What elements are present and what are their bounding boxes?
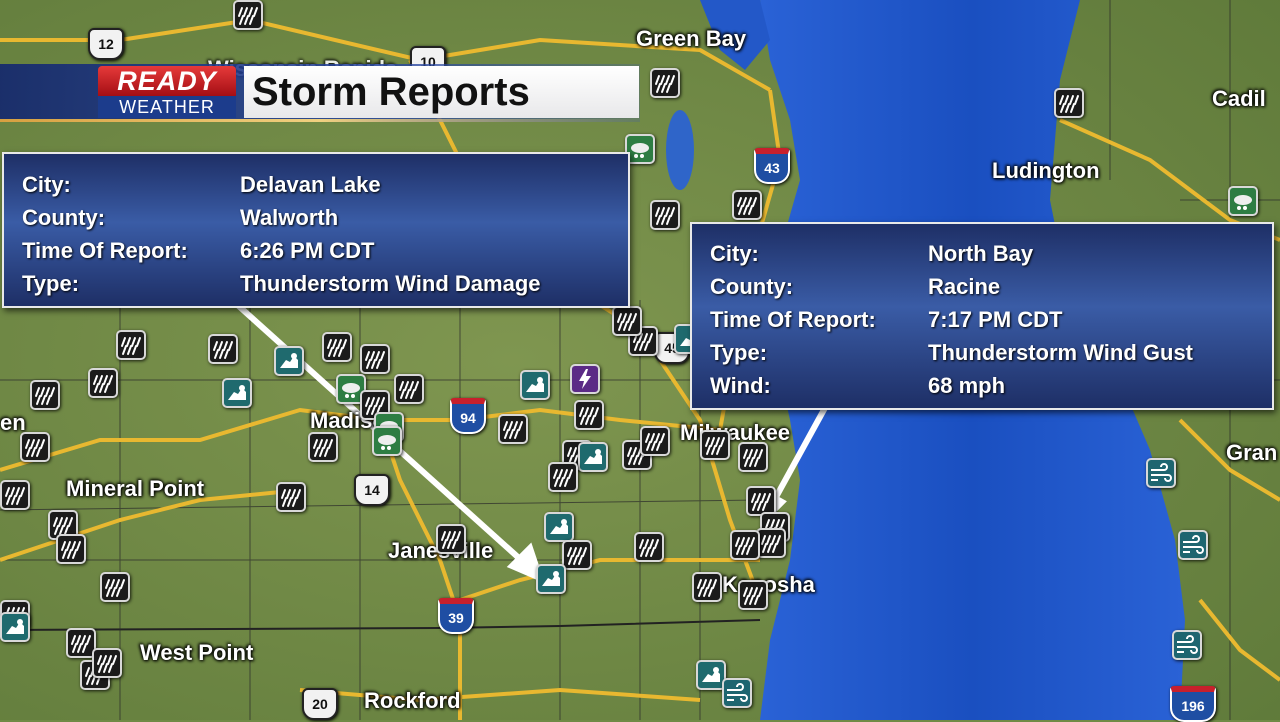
city-label-green-bay: Green Bay <box>636 26 747 51</box>
heavy-rain-icon[interactable] <box>612 306 642 336</box>
report-panel-north-bay: City: North Bay County: Racine Time Of R… <box>690 222 1274 410</box>
lake-winnebago <box>666 110 694 190</box>
highway-shield-12: 12 <box>88 28 124 60</box>
report-left-value-type: Thunderstorm Wind Damage <box>240 271 541 296</box>
highway-shield-14: 14 <box>354 474 390 506</box>
wind-damage-icon[interactable] <box>0 612 30 642</box>
report-right-value-city: North Bay <box>928 241 1034 266</box>
heavy-rain-icon[interactable] <box>640 426 670 456</box>
report-left-value-time: 6:26 PM CDT <box>240 238 375 263</box>
city-label-cadillac: Cadil <box>1212 86 1266 111</box>
heavy-rain-icon[interactable] <box>276 482 306 512</box>
highway-shield-94: 94 <box>450 398 486 434</box>
report-left-label-time: Time Of Report: <box>22 238 188 263</box>
report-left-value-city: Delavan Lake <box>240 172 381 197</box>
wind-gust-icon[interactable] <box>1178 530 1208 560</box>
wind-damage-icon[interactable] <box>274 346 304 376</box>
highway-shield-20: 20 <box>302 688 338 720</box>
report-left-label-city: City: <box>22 172 71 197</box>
ready-weather-logo: READY WEATHER <box>98 66 236 118</box>
report-right-value-wind: 68 mph <box>928 373 1006 398</box>
report-right-label-type: Type: <box>710 340 768 365</box>
city-label-rockford: Rockford <box>364 688 461 713</box>
report-right-label-city: City: <box>710 241 759 266</box>
report-right-value-time: 7:17 PM CDT <box>928 307 1063 332</box>
city-label-mineral-point: Mineral Point <box>66 476 205 501</box>
report-left-label-county: County: <box>22 205 106 230</box>
heavy-rain-icon[interactable] <box>562 540 592 570</box>
page-title: Storm Reports <box>244 66 639 118</box>
logo-weather-text: WEATHER <box>98 96 236 118</box>
wind-damage-icon[interactable] <box>520 370 550 400</box>
heavy-rain-icon[interactable] <box>116 330 146 360</box>
report-panel-delavan: City: Delavan Lake County: Walworth Time… <box>2 152 630 308</box>
heavy-rain-icon[interactable] <box>738 442 768 472</box>
wind-damage-icon[interactable] <box>222 378 252 408</box>
report-right-label-wind: Wind: <box>710 373 771 398</box>
heavy-rain-icon[interactable] <box>756 528 786 558</box>
heavy-rain-icon[interactable] <box>634 532 664 562</box>
report-left-value-county: Walworth <box>240 205 339 230</box>
city-label-kenosha: Kenosha <box>722 572 815 597</box>
wind-damage-icon[interactable] <box>578 442 608 472</box>
heavy-rain-icon[interactable] <box>100 572 130 602</box>
wind-damage-icon[interactable] <box>544 512 574 542</box>
city-label-grand: Gran <box>1226 440 1278 465</box>
heavy-rain-icon[interactable] <box>20 432 50 462</box>
heavy-rain-icon[interactable] <box>0 480 30 510</box>
heavy-rain-icon[interactable] <box>360 344 390 374</box>
heavy-rain-icon[interactable] <box>498 414 528 444</box>
heavy-rain-icon[interactable] <box>650 200 680 230</box>
header-underline <box>0 119 640 122</box>
heavy-rain-icon[interactable] <box>56 534 86 564</box>
heavy-rain-icon[interactable] <box>30 380 60 410</box>
heavy-rain-icon[interactable] <box>650 68 680 98</box>
heavy-rain-icon[interactable] <box>730 530 760 560</box>
heavy-rain-icon[interactable] <box>308 432 338 462</box>
logo-ready-text: READY <box>98 66 236 96</box>
city-label-ludington: Ludington <box>992 158 1100 183</box>
report-left-label-type: Type: <box>22 271 80 296</box>
heavy-rain-icon[interactable] <box>692 572 722 602</box>
wind-gust-icon[interactable] <box>1146 458 1176 488</box>
report-right-label-time: Time Of Report: <box>710 307 876 332</box>
report-right-value-type: Thunderstorm Wind Gust <box>928 340 1194 365</box>
wind-gust-icon[interactable] <box>1172 630 1202 660</box>
heavy-rain-icon[interactable] <box>548 462 578 492</box>
heavy-rain-icon[interactable] <box>208 334 238 364</box>
hail-icon[interactable] <box>1228 186 1258 216</box>
report-right-value-county: Racine <box>928 274 1001 299</box>
heavy-rain-icon[interactable] <box>92 648 122 678</box>
wind-gust-icon[interactable] <box>722 678 752 708</box>
heavy-rain-icon[interactable] <box>700 430 730 460</box>
heavy-rain-icon[interactable] <box>738 580 768 610</box>
wind-damage-icon[interactable] <box>536 564 566 594</box>
heavy-rain-icon[interactable] <box>322 332 352 362</box>
city-label-milwaukee: Milwaukee <box>680 420 791 445</box>
heavy-rain-icon[interactable] <box>436 524 466 554</box>
heavy-rain-icon[interactable] <box>233 0 263 30</box>
lightning-icon[interactable] <box>570 364 600 394</box>
heavy-rain-icon[interactable] <box>574 400 604 430</box>
heavy-rain-icon[interactable] <box>394 374 424 404</box>
hail-icon[interactable] <box>372 426 402 456</box>
heavy-rain-icon[interactable] <box>88 368 118 398</box>
highway-shield-196: 196 <box>1170 686 1216 722</box>
report-right-label-county: County: <box>710 274 794 299</box>
heavy-rain-icon[interactable] <box>732 190 762 220</box>
highway-shield-43: 43 <box>754 148 790 184</box>
highway-shield-39: 39 <box>438 598 474 634</box>
city-label-west-point: West Point <box>140 640 254 665</box>
heavy-rain-icon[interactable] <box>1054 88 1084 118</box>
